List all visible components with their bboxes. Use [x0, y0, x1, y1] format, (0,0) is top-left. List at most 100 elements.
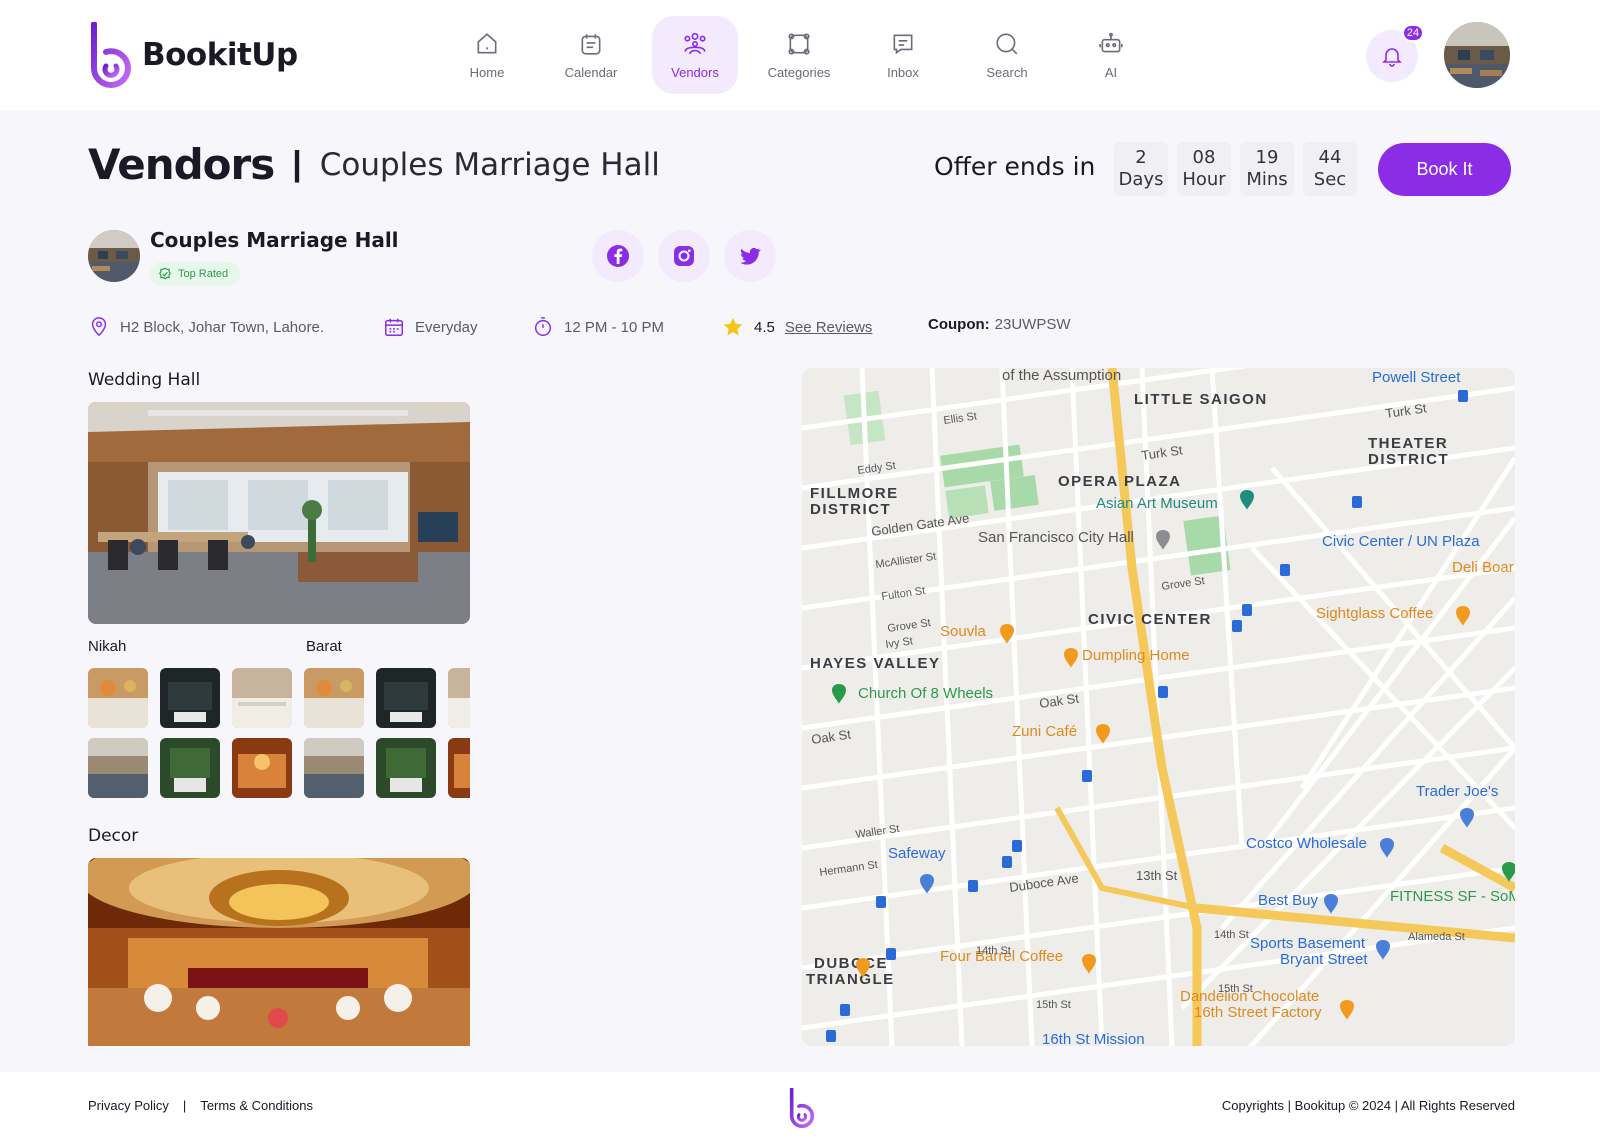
- map-label-sightglass: Sightglass Coffee: [1316, 605, 1433, 622]
- countdown-secs: 44 Sec: [1303, 142, 1357, 196]
- map-street-alameda: Alameda St: [1408, 931, 1465, 943]
- brand-logo[interactable]: BookitUp: [88, 22, 298, 88]
- map-label-bryant-street: Bryant Street: [1280, 951, 1368, 968]
- facebook-icon: [607, 245, 629, 267]
- map-label-safeway: Safeway: [888, 845, 946, 862]
- nav-categories[interactable]: Categories: [756, 16, 842, 94]
- see-reviews-link[interactable]: See Reviews: [785, 319, 873, 336]
- thumbnail-image[interactable]: [376, 668, 436, 728]
- user-avatar[interactable]: [1444, 22, 1510, 88]
- vendor-avatar-image: [88, 230, 140, 282]
- map-label-city-hall: San Francisco City Hall: [978, 529, 1134, 546]
- nikah-heading: Nikah: [88, 638, 127, 655]
- page-title-subtitle: Couples Marriage Hall: [319, 146, 660, 183]
- thumbnail-image[interactable]: [448, 668, 470, 728]
- countdown-secs-value: 44: [1318, 147, 1342, 169]
- vendor-rating: 4.5 See Reviews: [722, 316, 872, 338]
- map-label-civic-center: CIVIC CENTER: [1088, 611, 1212, 628]
- decor-photo[interactable]: [88, 858, 470, 1046]
- footer-copyright: Copyrights | Bookitup © 2024 | All Right…: [1221, 1098, 1515, 1113]
- vendor-hours-text: 12 PM - 10 PM: [564, 318, 665, 336]
- map-label-fillmore-district: DISTRICT: [810, 501, 891, 518]
- thumbnail-image[interactable]: [88, 668, 148, 728]
- vendor-coupon: Coupon: 23UWPSW: [928, 316, 1070, 333]
- book-it-button[interactable]: Book It: [1378, 143, 1511, 196]
- thumbnail-image[interactable]: [232, 668, 292, 728]
- thumbnail-image[interactable]: [160, 738, 220, 798]
- page-title-main: Vendors: [88, 140, 275, 189]
- nav-calendar[interactable]: Calendar: [548, 16, 634, 94]
- decor-image: [88, 858, 470, 1046]
- nav-categories-label: Categories: [767, 64, 831, 80]
- twitter-icon: [740, 247, 761, 265]
- vendor-days: Everyday: [383, 316, 478, 338]
- vendors-icon: [684, 32, 706, 54]
- thumbnail-image[interactable]: [376, 738, 436, 798]
- terms-conditions-link[interactable]: Terms & Conditions: [200, 1098, 313, 1113]
- map-label-hayes-valley: HAYES VALLEY: [810, 655, 941, 672]
- footer-logo[interactable]: [788, 1087, 816, 1133]
- bell-icon: [1382, 48, 1402, 67]
- countdown-mins-value: 19: [1255, 147, 1279, 169]
- twitter-button[interactable]: [724, 230, 776, 282]
- thumbnail-image[interactable]: [448, 738, 470, 798]
- location-map[interactable]: LITTLE SAIGON THEATER DISTRICT FILLMORE …: [802, 368, 1515, 1046]
- map-label-asian-art-museum: Asian Art Museum: [1096, 495, 1218, 512]
- user-avatar-image: [1444, 22, 1510, 88]
- facebook-button[interactable]: [592, 230, 644, 282]
- wedding-hall-photo[interactable]: [88, 402, 470, 624]
- map-label-dumpling-home: Dumpling Home: [1082, 647, 1190, 664]
- notification-count-badge: 24: [1402, 24, 1424, 42]
- vendor-avatar: [88, 230, 140, 282]
- nav-search-label: Search: [986, 64, 1028, 80]
- vendor-address-text: H2 Block, Johar Town, Lahore.: [120, 318, 325, 336]
- nav-home-label: Home: [469, 64, 505, 80]
- countdown-hours-value: 08: [1192, 147, 1216, 169]
- map-label-theater: THEATER: [1368, 435, 1448, 452]
- categories-icon: [788, 32, 810, 55]
- coupon-code[interactable]: 23UWPSW: [995, 316, 1071, 333]
- nav-inbox[interactable]: Inbox: [860, 16, 946, 94]
- top-header: BookitUp Home Calendar Vendors Categorie…: [0, 0, 1600, 110]
- home-icon: [477, 32, 497, 53]
- search-icon: [996, 32, 1018, 54]
- nav-calendar-label: Calendar: [564, 64, 618, 80]
- map-label-deli-board: Deli Boar: [1452, 559, 1514, 576]
- notifications-button[interactable]: 24: [1366, 24, 1424, 82]
- wedding-hall-image: [88, 402, 470, 624]
- countdown-days-label: Days: [1118, 169, 1164, 190]
- map-label-church-of-8-wheels: Church Of 8 Wheels: [858, 685, 993, 702]
- countdown-hours-label: Hour: [1182, 169, 1226, 190]
- nav-vendors-label: Vendors: [671, 64, 719, 80]
- inbox-icon: [893, 34, 913, 54]
- instagram-button[interactable]: [658, 230, 710, 282]
- countdown-mins-label: Mins: [1246, 169, 1288, 190]
- countdown-days-value: 2: [1135, 147, 1147, 169]
- thumbnail-image[interactable]: [304, 738, 364, 798]
- map-label-sports-basement: Sports Basement: [1250, 935, 1366, 952]
- vendor-name: Couples Marriage Hall: [150, 228, 399, 252]
- countdown-days: 2 Days: [1114, 142, 1168, 196]
- thumbnail-image[interactable]: [160, 668, 220, 728]
- nav-vendors[interactable]: Vendors: [652, 16, 738, 94]
- page-title: Vendors | Couples Marriage Hall: [88, 140, 660, 189]
- map-street-15th: 15th St: [1036, 999, 1071, 1011]
- thumbnail-image[interactable]: [88, 738, 148, 798]
- map-canvas: LITTLE SAIGON THEATER DISTRICT FILLMORE …: [802, 368, 1515, 1046]
- countdown-secs-label: Sec: [1313, 169, 1347, 190]
- offer-label: Offer ends in: [934, 152, 1096, 181]
- map-label-16th-st-mission: 16th St Mission: [1042, 1031, 1145, 1046]
- privacy-policy-link[interactable]: Privacy Policy: [88, 1098, 169, 1113]
- star-icon: [723, 317, 743, 336]
- thumbnail-image[interactable]: [232, 738, 292, 798]
- thumbnail-image[interactable]: [304, 668, 364, 728]
- vendor-days-text: Everyday: [415, 318, 478, 336]
- decor-heading: Decor: [88, 826, 139, 846]
- nav-search[interactable]: Search: [964, 16, 1050, 94]
- map-label-theater-district: DISTRICT: [1368, 451, 1449, 468]
- nav-ai[interactable]: AI: [1068, 16, 1154, 94]
- map-label-civic-un-plaza: Civic Center / UN Plaza: [1322, 533, 1480, 550]
- nav-home[interactable]: Home: [444, 16, 530, 94]
- calendar-icon: [385, 318, 403, 336]
- map-label-assumption: of the Assumption: [1002, 368, 1121, 384]
